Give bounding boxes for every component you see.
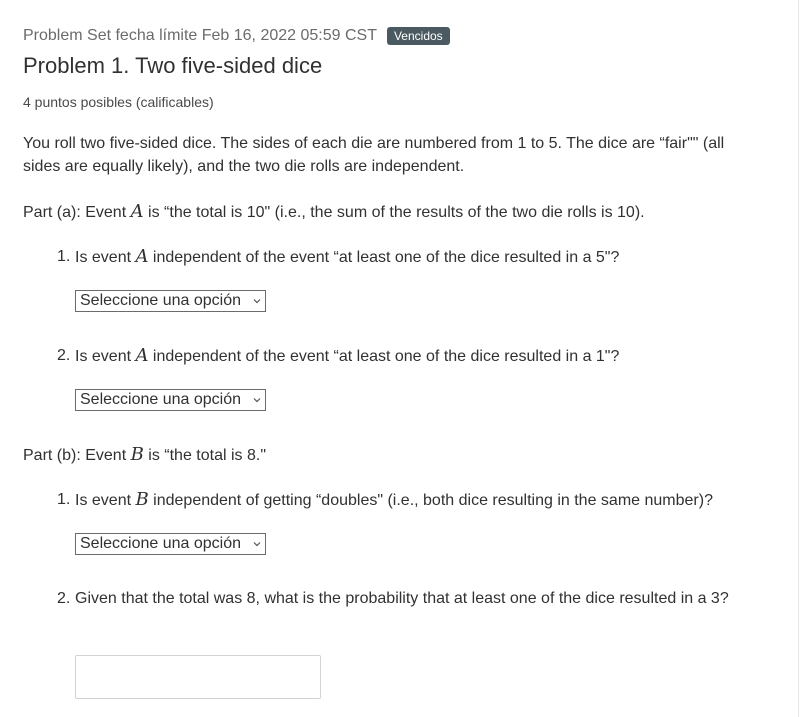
- chevron-down-icon: [253, 542, 261, 547]
- part-b-prefix: Part (b): Event: [23, 447, 131, 464]
- event-a-symbol: A: [130, 201, 144, 222]
- chevron-down-icon: [253, 299, 261, 304]
- part-b-question-1: 1. Is event B independent of getting “do…: [57, 488, 767, 512]
- select-value: Seleccione una opción: [80, 292, 242, 309]
- select-value: Seleccione una opción: [80, 535, 242, 552]
- question-number: 1.: [57, 491, 71, 508]
- page-right-border: [798, 0, 799, 717]
- problem-intro: You roll two five-sided dice. The sides …: [23, 135, 725, 175]
- question-text: Is event B independent of getting “doubl…: [75, 488, 767, 512]
- event-a-symbol: A: [135, 246, 149, 267]
- part-a-prefix: Part (a): Event: [23, 204, 131, 221]
- part-a-statement: Part (a): Event A is “the total is 10" (…: [23, 200, 645, 224]
- answer-select-b1[interactable]: Seleccione una opción: [75, 533, 266, 555]
- question-number: 2.: [57, 347, 71, 364]
- part-a-question-2: 2. Is event A independent of the event “…: [57, 344, 767, 368]
- question-text: Is event A independent of the event “at …: [75, 344, 767, 368]
- question-prefix: Is event: [75, 492, 136, 509]
- question-suffix: independent of the event “at least one o…: [148, 249, 620, 266]
- question-suffix: independent of getting “doubles" (i.e., …: [148, 492, 713, 509]
- select-value: Seleccione una opción: [80, 391, 242, 408]
- problem-title: Problem 1. Two five-sided dice: [23, 53, 323, 78]
- due-date-label: Problem Set fecha límite Feb 16, 2022 05…: [23, 27, 377, 44]
- points-label: 4 puntos posibles (calificables): [23, 94, 214, 110]
- probability-answer-input[interactable]: [75, 655, 321, 699]
- event-b-symbol: B: [135, 489, 149, 510]
- question-suffix: independent of the event “at least one o…: [148, 348, 620, 365]
- question-prefix: Is event: [75, 348, 136, 365]
- question-prefix: Is event: [75, 249, 136, 266]
- status-badge: Vencidos: [386, 27, 450, 45]
- answer-select-a2[interactable]: Seleccione una opción: [75, 389, 266, 411]
- answer-select-a1[interactable]: Seleccione una opción: [75, 290, 266, 312]
- part-b-question-2: 2. Given that the total was 8, what is t…: [57, 587, 767, 610]
- subsection-header: Problem Set fecha límite Feb 16, 2022 05…: [23, 27, 450, 45]
- part-a-question-1: 1. Is event A independent of the event “…: [57, 245, 767, 269]
- chevron-down-icon: [253, 398, 261, 403]
- event-b-symbol: B: [130, 444, 144, 465]
- question-number: 2.: [57, 590, 71, 607]
- event-a-symbol: A: [135, 345, 149, 366]
- part-a-suffix: is “the total is 10" (i.e., the sum of t…: [143, 204, 645, 221]
- part-b-suffix: is “the total is 8.": [143, 447, 266, 464]
- question-text: Given that the total was 8, what is the …: [75, 590, 729, 607]
- question-number: 1.: [57, 248, 71, 265]
- question-text: Is event A independent of the event “at …: [75, 245, 767, 269]
- part-b-statement: Part (b): Event B is “the total is 8.": [23, 443, 266, 467]
